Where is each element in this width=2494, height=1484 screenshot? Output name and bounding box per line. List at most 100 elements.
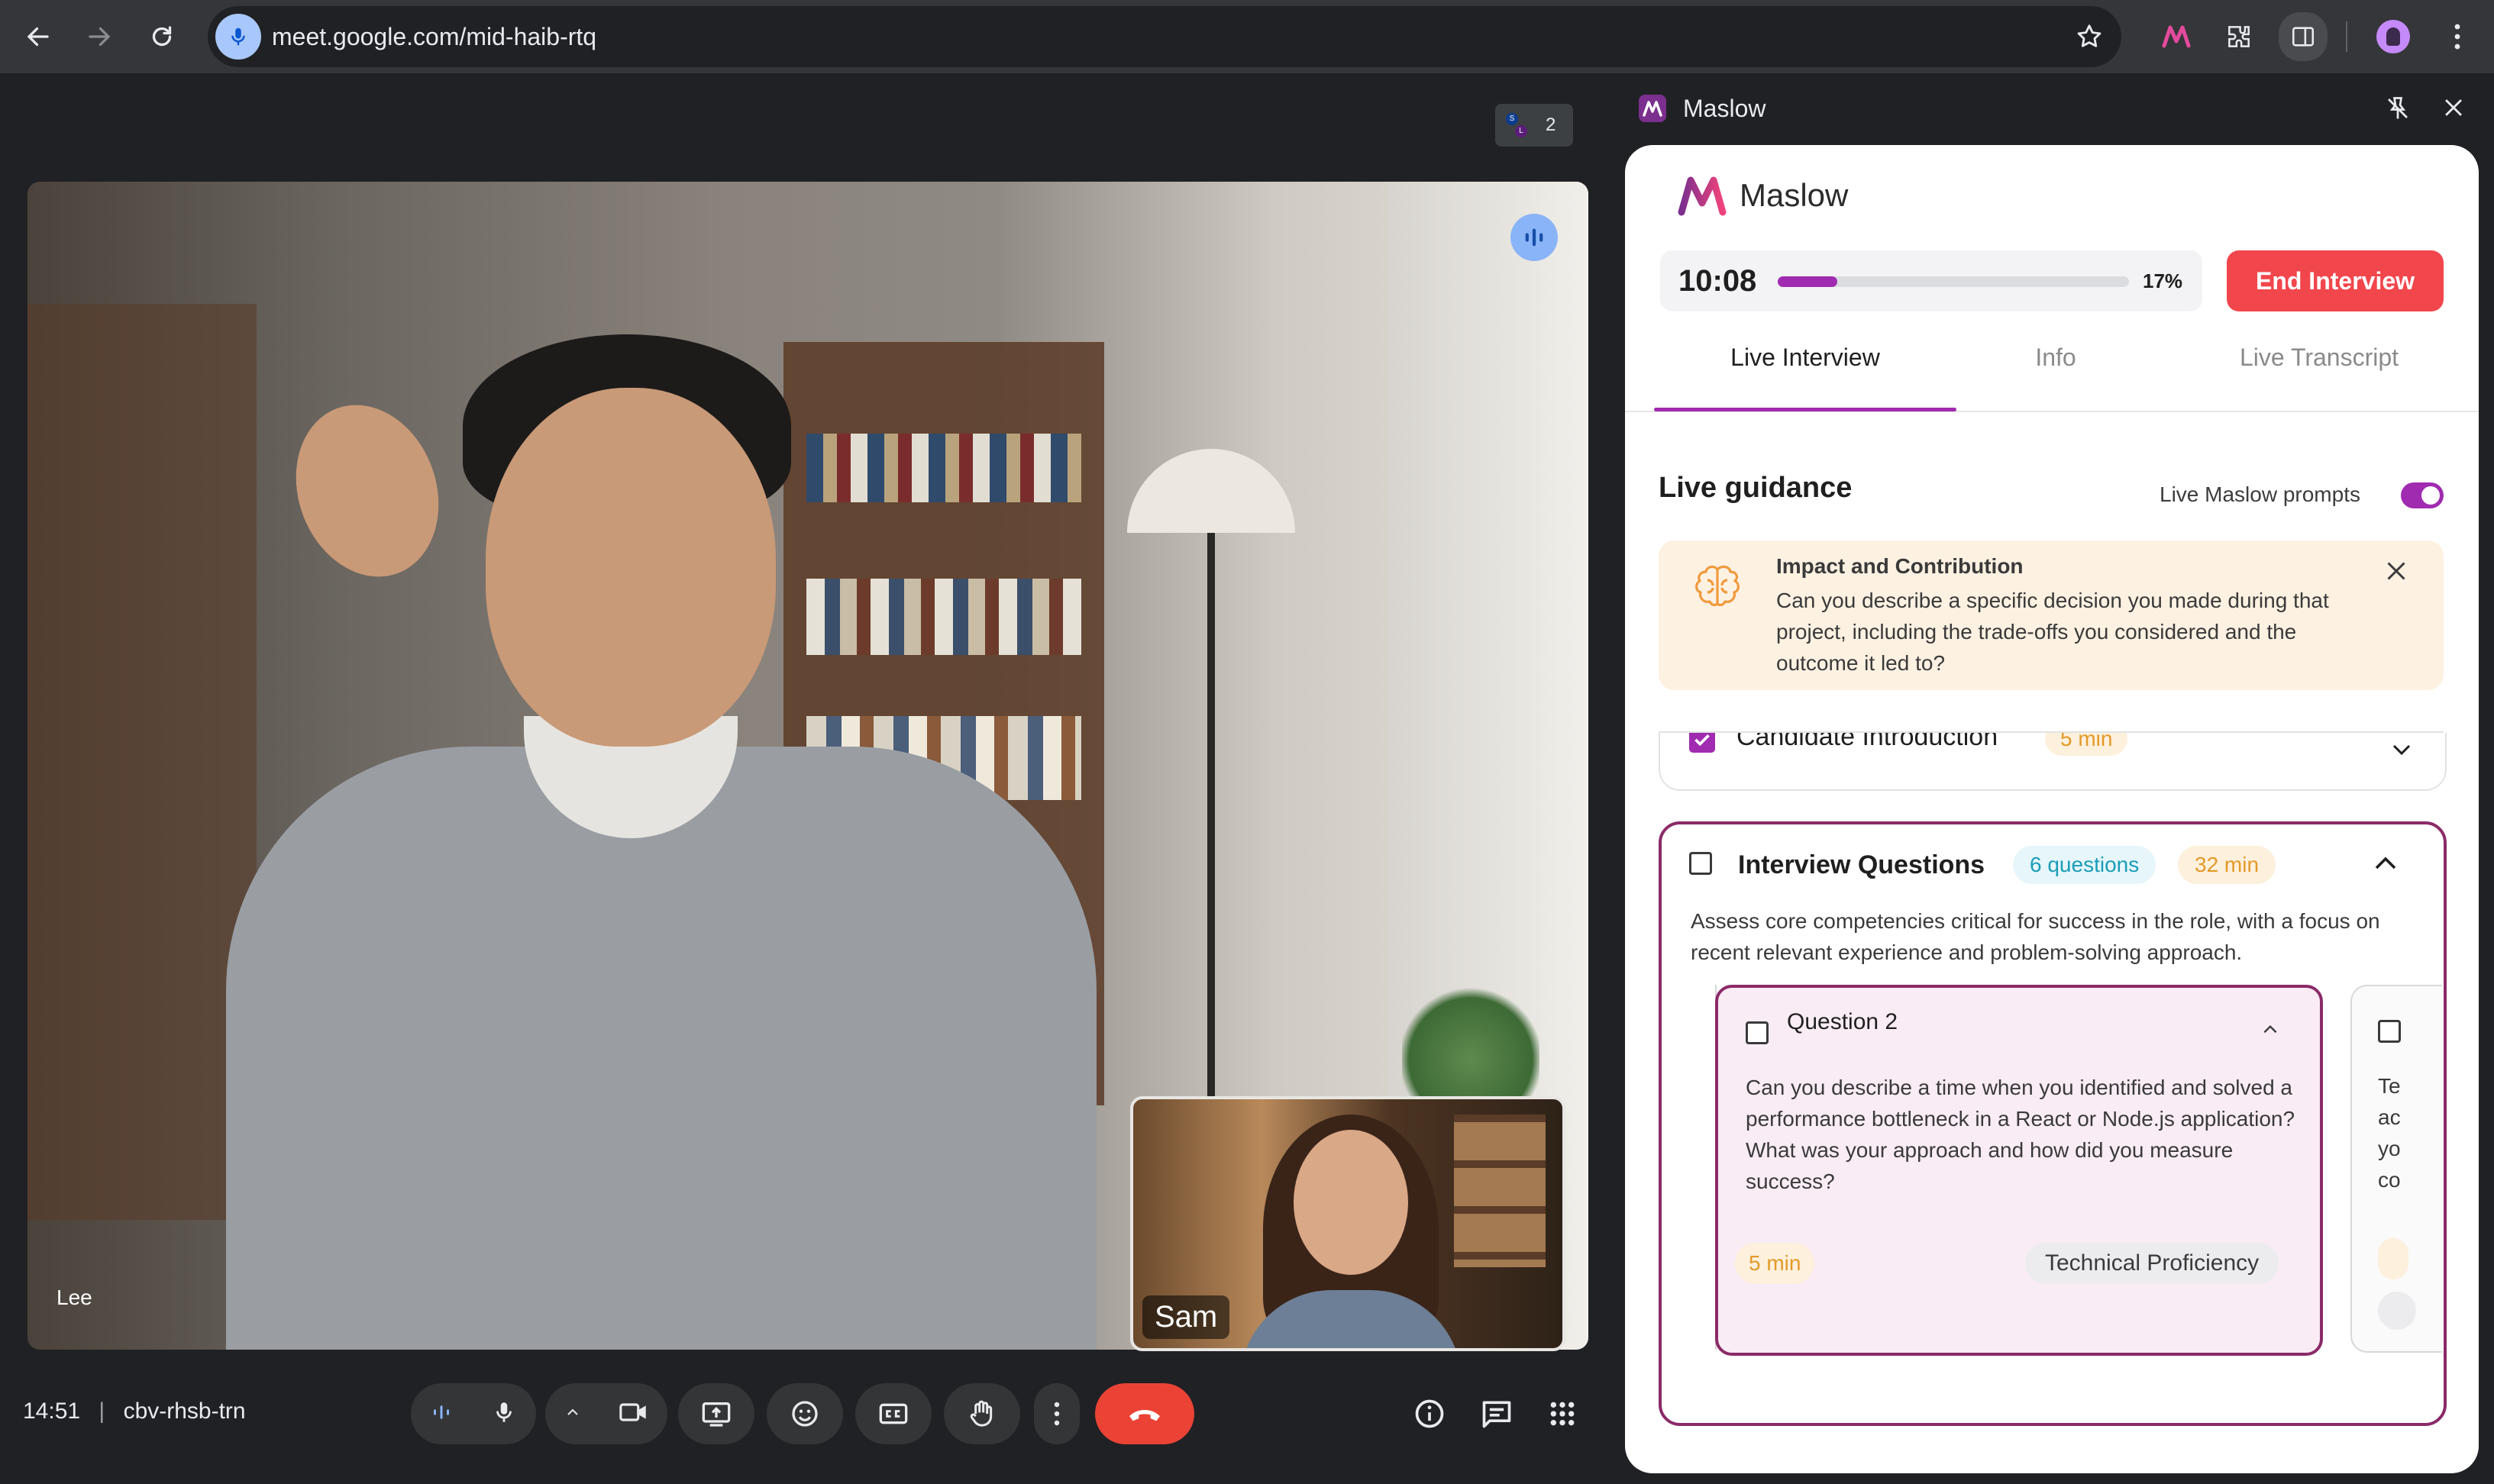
tab-live-interview[interactable]: Live Interview (1654, 344, 1956, 392)
intro-title: Candidate Introduction (1736, 733, 1998, 751)
background-bookshelf-left (27, 304, 257, 1220)
guidance-hint-card: Impact and Contribution Can you describe… (1659, 540, 2444, 690)
camera-control-group (545, 1383, 667, 1444)
meeting-info-line: 14:51 | cbv-rhsb-trn (23, 1399, 246, 1424)
more-options-button[interactable] (1034, 1383, 1080, 1444)
person-sweater (226, 747, 1097, 1350)
progress-fill (1778, 276, 1838, 287)
meeting-info-icon[interactable] (1413, 1397, 1446, 1434)
microphone-icon[interactable] (491, 1399, 517, 1429)
next-question-checkbox[interactable] (2378, 1020, 2401, 1043)
dismiss-hint-icon[interactable] (2383, 557, 2410, 589)
address-bar[interactable]: meet.google.com/mid-haib-rtq (208, 6, 2121, 67)
next-question-time-badge (2378, 1238, 2408, 1279)
pip-shelf (1454, 1115, 1546, 1267)
reload-button[interactable] (141, 15, 183, 58)
next-question-text-fragment: ac (2378, 1105, 2401, 1129)
avatar-icon (2376, 20, 2410, 53)
chevron-up-icon[interactable] (564, 1403, 582, 1425)
maslow-panel-logo-icon (1639, 95, 1666, 126)
camera-icon[interactable] (619, 1400, 649, 1428)
profile-avatar[interactable] (2372, 15, 2415, 58)
books-row (806, 579, 1081, 655)
question-checkbox[interactable] (1746, 1021, 1769, 1044)
intro-checkbox-checked[interactable] (1689, 733, 1715, 753)
intro-header: Candidate Introduction 5 min (1660, 733, 2445, 757)
section-time-badge: 32 min (2178, 846, 2276, 884)
present-screen-button[interactable] (678, 1383, 754, 1444)
brand-name: Maslow (1740, 177, 1849, 213)
maslow-extension-icon[interactable] (2155, 15, 2198, 58)
section-interview-questions: Interview Questions 6 questions 32 min A… (1659, 821, 2447, 1426)
maslow-logo-icon (1678, 176, 1727, 216)
pip-person-face (1294, 1130, 1408, 1275)
captions-icon (879, 1403, 908, 1424)
progress-track (1778, 276, 2129, 287)
interview-timer: 10:08 17% (1660, 250, 2202, 311)
section-candidate-introduction[interactable]: Candidate Introduction 5 min (1659, 733, 2447, 791)
unpin-icon[interactable] (2384, 95, 2412, 126)
participant-count-pill[interactable]: S L 2 (1495, 104, 1573, 147)
arrow-right-icon (89, 27, 111, 47)
bookmark-star-icon[interactable] (2068, 15, 2111, 58)
question-title: Question 2 (1787, 1009, 1898, 1034)
timer-value: 10:08 (1678, 264, 1757, 298)
progress-percent: 17% (2143, 269, 2183, 292)
microphone-indicator-icon[interactable] (215, 14, 261, 60)
activities-grid-icon[interactable] (1547, 1399, 1578, 1433)
back-button[interactable] (17, 15, 60, 58)
active-tab-indicator (1654, 408, 1956, 411)
next-question-text: Te ac yo co (2378, 1070, 2442, 1195)
live-prompts-label: Live Maslow prompts (2160, 482, 2360, 506)
chat-icon[interactable] (1480, 1397, 1514, 1434)
questions-section-description: Assess core competencies critical for su… (1691, 909, 2380, 964)
end-call-button[interactable] (1095, 1383, 1194, 1444)
present-icon (702, 1402, 731, 1427)
forward-button[interactable] (78, 15, 121, 58)
participant-count: 2 (1546, 115, 1556, 135)
captions-button[interactable] (855, 1383, 932, 1444)
checkmark-icon (1694, 734, 1710, 747)
meeting-code: cbv-rhsb-trn (123, 1399, 246, 1424)
audio-levels-icon[interactable] (430, 1401, 453, 1428)
more-vert-icon (1054, 1402, 1060, 1426)
active-speaker-icon (1510, 214, 1558, 261)
live-prompts-toggle[interactable] (2401, 482, 2444, 508)
hand-icon (970, 1400, 993, 1427)
next-question-text-fragment: co (2378, 1168, 2401, 1192)
chevron-up-icon[interactable] (2260, 1023, 2280, 1040)
next-question-action[interactable] (2378, 1292, 2416, 1330)
chevron-up-icon[interactable] (2372, 853, 2399, 877)
floor-lamp-shade (1127, 449, 1295, 533)
meeting-time: 14:51 (23, 1399, 81, 1424)
question-text: Can you describe a time when you identif… (1746, 1076, 2295, 1193)
questions-section-title: Interview Questions (1738, 850, 1985, 879)
participant-avatar-l: L (1515, 125, 1527, 137)
hint-title: Impact and Contribution (1776, 554, 2024, 578)
brain-icon (1692, 563, 1743, 613)
raise-hand-button[interactable] (944, 1383, 1020, 1444)
person-hand (273, 385, 462, 597)
questions-section-checkbox[interactable] (1689, 852, 1712, 875)
separator: | (99, 1399, 105, 1424)
close-panel-icon[interactable] (2441, 95, 2467, 124)
toggle-knob (2421, 486, 2440, 505)
extensions-puzzle-icon[interactable] (2218, 15, 2260, 58)
person-face (486, 388, 776, 747)
participant-avatar-s: S (1506, 113, 1518, 125)
end-interview-button[interactable]: End Interview (2227, 250, 2444, 311)
browser-menu-icon[interactable] (2436, 15, 2479, 58)
reactions-button[interactable] (767, 1383, 843, 1444)
question-card[interactable]: Question 2 Can you describe a time when … (1715, 985, 2323, 1356)
live-guidance-title: Live guidance (1659, 472, 1853, 504)
books-row (806, 434, 1081, 502)
chevron-down-icon[interactable] (2390, 742, 2413, 761)
side-panel-icon[interactable] (2279, 12, 2328, 61)
question-category-badge: Technical Proficiency (2025, 1243, 2279, 1284)
browser-toolbar: meet.google.com/mid-haib-rtq (0, 0, 2494, 73)
tab-info[interactable]: Info (1985, 344, 2126, 392)
self-view-tile[interactable]: Sam (1130, 1096, 1565, 1351)
tab-live-transcript[interactable]: Live Transcript (2169, 344, 2470, 392)
participant-name-main: Lee (57, 1286, 92, 1309)
next-question-card[interactable]: Te ac yo co (2350, 985, 2442, 1353)
